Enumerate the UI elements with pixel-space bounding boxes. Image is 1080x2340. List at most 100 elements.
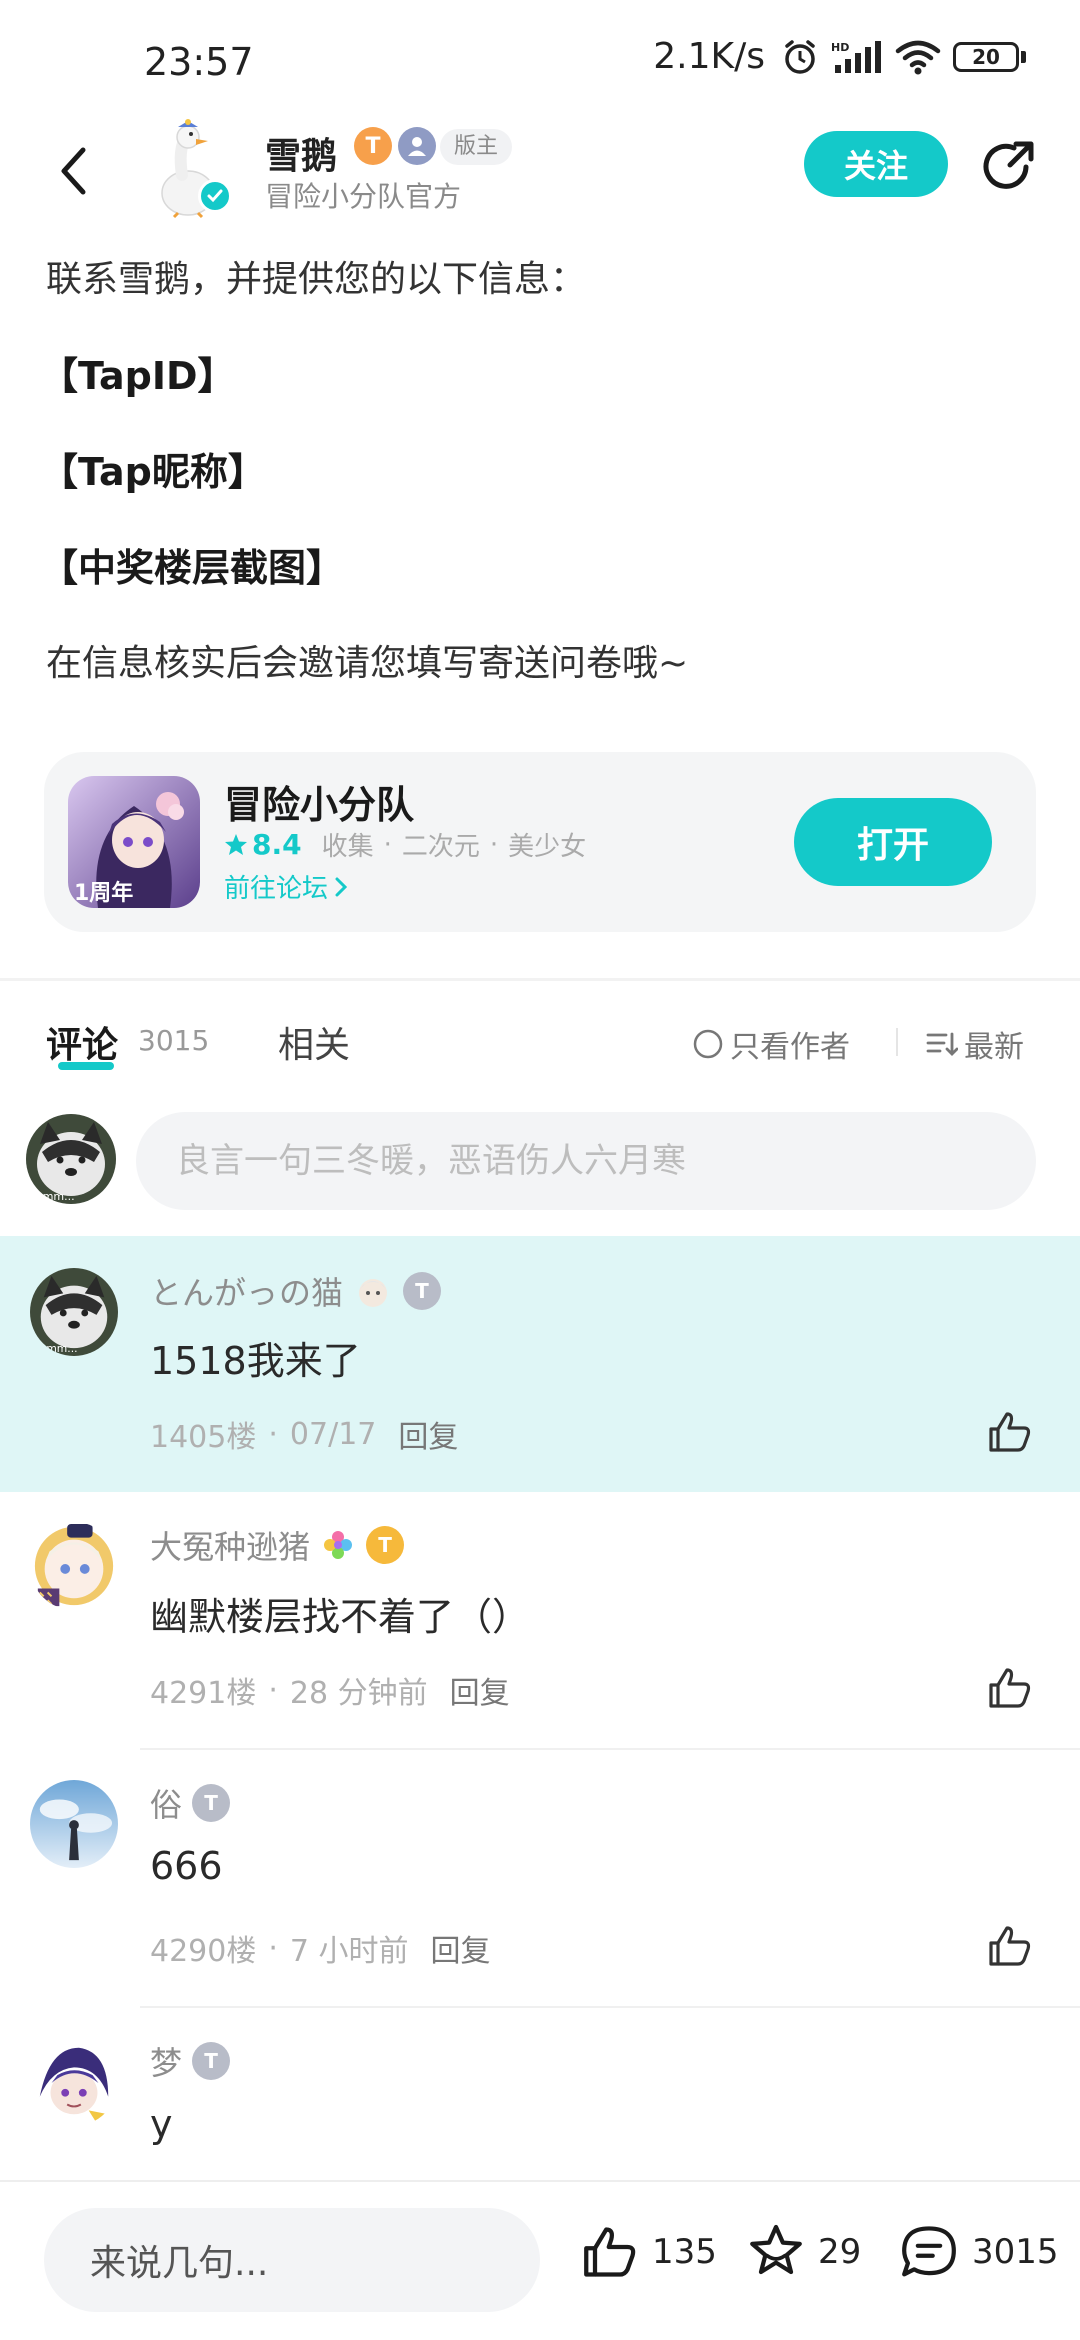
dot-separator: · xyxy=(268,1416,278,1452)
comment-tabs: 评论 3015 相关 只看作者 最新 xyxy=(0,1010,1080,1080)
thumbs-up-icon xyxy=(989,1412,1031,1452)
app-score-value: 8.4 xyxy=(252,828,302,861)
status-time: 23:57 xyxy=(144,40,254,84)
app-score: 8.4 xyxy=(224,828,302,861)
author-name[interactable]: 雪鹅 xyxy=(265,127,337,179)
post-item-screenshot: 【中奖楼层截图】 xyxy=(40,546,345,590)
back-button[interactable] xyxy=(48,139,98,203)
forum-link-label: 前往论坛 xyxy=(224,874,329,904)
hd-signal-icon: HD xyxy=(831,39,883,75)
only-author-toggle[interactable]: 只看作者 xyxy=(692,1022,850,1066)
sort-label: 最新 xyxy=(964,1030,1024,1065)
app-icon: 1周年 xyxy=(68,776,200,908)
comment-count: 3015 xyxy=(138,1024,210,1057)
comment-text: 幽默楼层找不着了（） xyxy=(150,1595,531,1639)
app-card[interactable]: 1周年 冒险小分队 8.4 收集 · 二次元 · 美少女 前往论坛 打开 xyxy=(44,752,1036,932)
svg-text:HD: HD xyxy=(831,41,849,54)
commenter-name[interactable]: とんがっの猫 T xyxy=(150,1268,441,1314)
my-avatar: mmm... xyxy=(26,1114,116,1204)
reply-button[interactable]: 回复 xyxy=(431,1926,491,1970)
alarm-icon xyxy=(781,38,819,76)
comment-input[interactable] xyxy=(136,1112,1036,1210)
comment-text: 666 xyxy=(150,1844,223,1888)
share-icon xyxy=(983,141,1034,189)
character-badge-icon xyxy=(358,1279,387,1307)
app-tag: 二次元 xyxy=(401,832,480,862)
app-icon-text: 1周年 xyxy=(74,880,133,906)
user-level-badge: T xyxy=(402,1272,441,1310)
commenter-name[interactable]: 大冤种逊猪 T xyxy=(150,1522,405,1568)
tab-comments[interactable]: 评论 xyxy=(46,1016,118,1068)
tab-related[interactable]: 相关 xyxy=(278,1016,350,1068)
like-count: 135 xyxy=(652,2232,717,2272)
commenter-name-text: とんがっの猫 xyxy=(150,1274,343,1312)
favorite-button[interactable]: 29 xyxy=(746,2222,861,2282)
comment-meta: 1405楼 · 07/17 回复 xyxy=(150,1412,458,1456)
thumbs-up-icon xyxy=(989,1926,1031,1966)
commenter-name-text: 俗 xyxy=(150,1786,183,1824)
quick-comment-input[interactable]: 来说几句... xyxy=(44,2208,540,2312)
post-item-tapid: 【TapID】 xyxy=(40,354,236,398)
commenter-name[interactable]: 俗 T xyxy=(150,1780,231,1826)
commenter-avatar[interactable] xyxy=(30,2038,118,2126)
verified-badge-icon xyxy=(198,179,232,213)
moderator-icon xyxy=(398,127,436,165)
comment-text: 1518我来了 xyxy=(150,1339,361,1383)
commenter-name[interactable]: 梦 T xyxy=(150,2038,231,2084)
avatar-caption: mmm... xyxy=(32,1190,75,1203)
comment-item[interactable]: 梦 T y xyxy=(0,2008,1080,2180)
commenter-avatar[interactable] xyxy=(30,1780,118,1868)
post-paragraph: 在信息核实后会邀请您填写寄送问卷哦~ xyxy=(46,643,689,684)
like-button[interactable] xyxy=(986,1664,1034,1712)
comment-meta: 4291楼 · 28 分钟前 回复 xyxy=(150,1668,510,1712)
tab-separator xyxy=(896,1028,898,1056)
dot-separator: · xyxy=(268,1672,278,1708)
comment-item[interactable]: mmm... とんがっの猫 T 1518我来了 1405楼 · 07/17 回复 xyxy=(0,1236,1080,1492)
comment-item[interactable]: 大冤种逊猪 T 幽默楼层找不着了（） 4291楼 · 28 分钟前 回复 xyxy=(0,1492,1080,1750)
status-bar: 23:57 2.1K/s HD 20 xyxy=(0,0,1080,120)
section-divider xyxy=(0,978,1080,981)
favorite-count: 29 xyxy=(818,2232,862,2272)
battery-icon: 20 xyxy=(953,41,1026,72)
sort-button[interactable]: 最新 xyxy=(926,1022,1024,1066)
commenter-avatar[interactable] xyxy=(30,1522,118,1610)
thumbs-up-icon xyxy=(584,2227,636,2277)
commenter-avatar[interactable]: mmm... xyxy=(30,1268,118,1356)
only-author-label: 只看作者 xyxy=(730,1030,850,1065)
dot-separator: · xyxy=(383,829,392,860)
comment-time: 07/17 xyxy=(289,1416,377,1452)
forum-link[interactable]: 前往论坛 xyxy=(224,868,348,905)
comments-total: 3015 xyxy=(972,2232,1059,2272)
like-button[interactable] xyxy=(986,1408,1034,1456)
user-level-badge: T xyxy=(192,2042,231,2080)
avatar-caption: mmm... xyxy=(36,1342,78,1355)
app-tag: 收集 xyxy=(321,832,374,862)
reply-button[interactable]: 回复 xyxy=(398,1412,458,1456)
author-subtitle: 冒险小分队官方 xyxy=(265,180,462,213)
dot-separator: · xyxy=(489,829,499,860)
share-button[interactable] xyxy=(976,135,1040,199)
reply-button[interactable]: 回复 xyxy=(450,1668,510,1712)
user-level-badge: T xyxy=(366,1526,405,1564)
post-body: 联系雪鹅，并提供您的以下信息： 【TapID】 【Tap昵称】 【中奖楼层截图】… xyxy=(40,250,1036,694)
bottom-action-bar: 来说几句... 135 29 3015 xyxy=(0,2180,1080,2340)
comment-time: 7 小时前 xyxy=(289,1934,409,1969)
chevron-right-icon xyxy=(335,877,348,896)
follow-button[interactable]: 关注 xyxy=(804,131,948,197)
like-button[interactable] xyxy=(986,1922,1034,1970)
comment-floor: 4291楼 xyxy=(150,1676,257,1711)
level-badge: T xyxy=(354,127,392,165)
commenter-name-text: 大冤种逊猪 xyxy=(150,1528,311,1566)
flower-badge-icon xyxy=(324,1531,353,1559)
app-meta: 8.4 收集 · 二次元 · 美少女 xyxy=(224,826,586,863)
thumbs-up-icon xyxy=(989,1668,1031,1708)
comment-floor: 1405楼 xyxy=(150,1420,257,1455)
sort-icon xyxy=(926,1032,958,1056)
comment-floor: 4290楼 xyxy=(150,1934,257,1969)
comments-button[interactable]: 3015 xyxy=(898,2222,1059,2282)
battery-level: 20 xyxy=(972,44,1000,69)
comment-item[interactable]: 俗 T 666 4290楼 · 7 小时前 回复 xyxy=(0,1750,1080,2008)
open-app-button[interactable]: 打开 xyxy=(794,798,992,886)
net-speed: 2.1K/s xyxy=(653,36,765,77)
like-post-button[interactable]: 135 xyxy=(580,2222,717,2282)
